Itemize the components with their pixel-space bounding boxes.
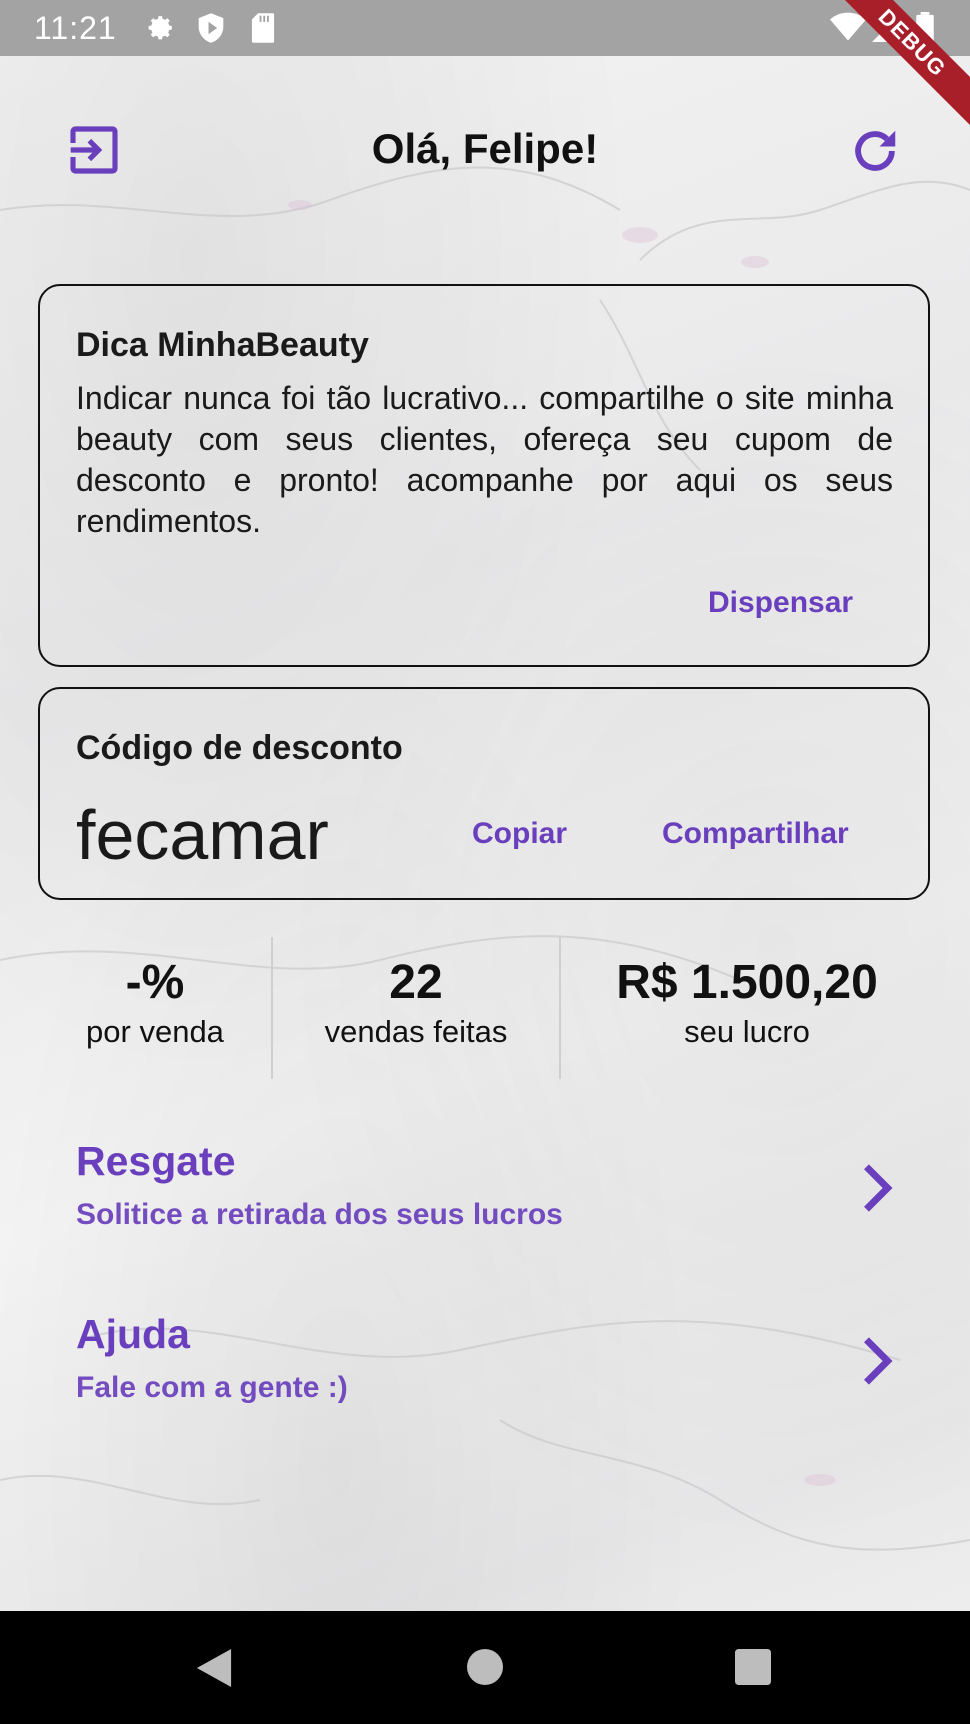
discount-code-value: fecamar [76,796,329,874]
stat-value: 22 [389,956,443,1009]
tip-card-title: Dica MinhaBeauty [76,326,369,364]
menu-item-subtitle: Fale com a gente :) [76,1371,348,1404]
stat-label: vendas feitas [324,1014,508,1049]
discount-code-title: Código de desconto [76,729,403,767]
tip-card-text: Indicar nunca foi tão lucrativo... compa… [76,380,893,539]
stat-value: -% [125,956,185,1009]
stat-value: R$ 1.500,20 [616,956,878,1009]
status-bar: 11:21 DEBUG [0,0,970,133]
refresh-button[interactable] [848,124,902,183]
sd-card-icon [250,12,276,49]
wifi-icon [830,12,866,47]
dismiss-button[interactable]: Dispensar [708,586,853,620]
gear-icon [144,12,176,49]
stat-label: seu lucro [684,1014,810,1049]
status-time: 11:21 [34,10,117,46]
back-button[interactable] [195,1647,233,1694]
tip-card: Dica MinhaBeauty Indicar nunca foi tão l… [38,284,930,667]
stat-commission: -% por venda [40,955,270,1050]
stat-profit: R$ 1.500,20 seu lucro [574,955,920,1050]
menu-item-title: Resgate [76,1138,236,1184]
back-icon [195,1649,233,1693]
menu-item-subtitle: Solitice a retirada dos seus lucros [76,1198,563,1231]
stat-label: por venda [86,1014,224,1049]
home-icon [467,1649,503,1689]
share-button[interactable]: Compartilhar [662,817,849,851]
chevron-right-icon [860,1336,896,1391]
menu-item-resgate[interactable]: Resgate Solitice a retirada dos seus luc… [76,1138,896,1248]
stat-divider [271,937,273,1079]
home-button[interactable] [467,1649,503,1690]
copy-button[interactable]: Copiar [472,817,567,851]
stat-divider [559,937,561,1079]
stat-sales: 22 vendas feitas [286,955,546,1050]
recents-button[interactable] [735,1649,771,1690]
chevron-right-icon [860,1163,896,1218]
system-nav-bar [0,1611,970,1724]
page-title: Olá, Felipe! [371,125,599,172]
refresh-icon [848,130,902,182]
menu-item-ajuda[interactable]: Ajuda Fale com a gente :) [76,1311,896,1421]
recents-icon [735,1649,771,1689]
discount-code-card: Código de desconto fecamar Copiar Compar… [38,687,930,900]
shield-icon [196,12,226,49]
menu-item-title: Ajuda [76,1311,190,1357]
